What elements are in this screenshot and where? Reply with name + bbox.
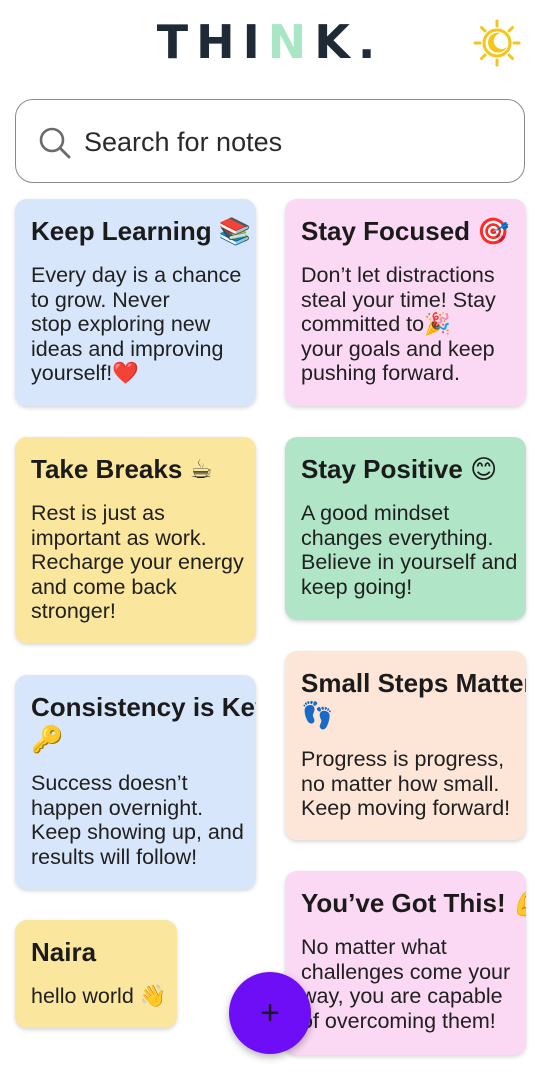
note-title: Keep Learning 📚 [31,216,252,246]
note-title: Take Breaks ☕ [31,454,213,484]
note-body: No matter what challenges come your way,… [301,935,511,1033]
note-body: hello world 👋 [31,984,167,1008]
add-note-button[interactable]: + [229,972,311,1054]
search-bar[interactable] [15,99,525,183]
theme-toggle-button[interactable] [470,18,524,68]
app-header: THINK. [0,0,540,90]
note-card[interactable]: Stay Focused 🎯 Don’t let distractions st… [285,199,526,406]
note-card[interactable]: Small Steps Matter 👣 Progress is progres… [285,651,526,840]
note-title: You’ve Got This! 💪 [301,888,526,918]
note-body: Don’t let distractions steal your time! … [301,263,496,386]
search-icon [39,127,71,159]
sun-moon-icon [473,19,521,67]
note-card[interactable]: Take Breaks ☕ Rest is just as important … [15,437,256,643]
app-logo: THINK. [156,15,384,69]
note-body: Success doesn’t happen overnight. Keep s… [31,771,244,869]
note-body: Progress is progress, no matter how smal… [301,747,511,821]
note-body: Every day is a chance to grow. Never sto… [31,263,242,386]
note-card[interactable]: Keep Learning 📚 Every day is a chance to… [15,199,256,406]
search-input[interactable] [84,122,504,162]
note-title: Small Steps Matter 👣 [301,668,526,730]
note-title: Stay Focused 🎯 [301,216,510,246]
plus-icon: + [260,994,280,1032]
note-body: Rest is just as important as work. Recha… [31,501,244,624]
note-body: A good mindset changes everything. Belie… [301,501,518,599]
note-card[interactable]: Stay Positive 😊 A good mindset changes e… [285,437,526,620]
note-title: Stay Positive 😊 [301,454,498,484]
note-title: Consistency is Key 🔑 [31,692,256,754]
note-title: Naira [31,937,97,967]
note-card[interactable]: You’ve Got This! 💪 No matter what challe… [285,871,526,1055]
note-card[interactable]: Naira hello world 👋 [15,920,177,1028]
note-card[interactable]: Consistency is Key 🔑 Success doesn’t hap… [15,675,256,889]
